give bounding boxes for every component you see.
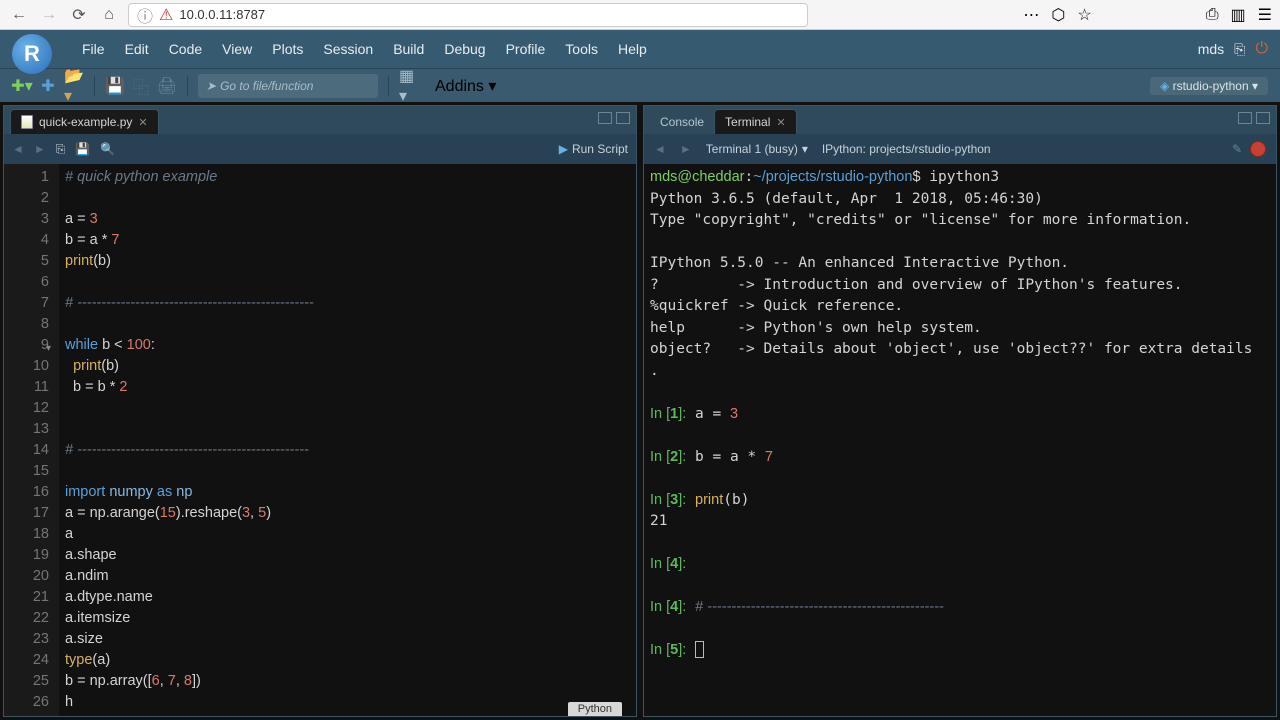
- menu-build[interactable]: Build: [383, 41, 434, 57]
- save-file-icon[interactable]: 💾: [75, 142, 90, 156]
- insecure-icon: ⚠: [159, 5, 173, 25]
- source-pane: quick-example.py ✕ ◄ ► ⎘ 💾 🔍 ▶ Run Scrip…: [3, 105, 637, 717]
- editor-tab-label: quick-example.py: [39, 115, 132, 129]
- pocket-icon[interactable]: ⬡: [1051, 5, 1065, 25]
- terminal-title: IPython: projects/rstudio-python: [822, 142, 991, 156]
- app-toolbar: ✚▾ ✚ 📂▾ 💾 ⿻ 🖨 ➤ Go to file/function ▦ ▾ …: [0, 68, 1280, 102]
- menu-file[interactable]: File: [72, 41, 115, 57]
- home-button[interactable]: ⌂: [98, 4, 120, 26]
- code-editor[interactable]: 123456789▾101112131415161718192021222324…: [4, 164, 636, 716]
- right-tabs: Console Terminal ✕: [644, 106, 1276, 134]
- minimize-pane-icon[interactable]: [598, 112, 612, 124]
- open-file-icon[interactable]: 📂▾: [64, 76, 84, 96]
- reload-button[interactable]: ⟳: [68, 4, 90, 26]
- hamburger-icon[interactable]: ☰: [1258, 5, 1272, 25]
- user-label: mds: [1198, 41, 1224, 57]
- back-button[interactable]: ←: [8, 4, 30, 26]
- nav-fwd-icon[interactable]: ►: [680, 142, 692, 156]
- run-icon: ▶: [559, 142, 568, 156]
- find-icon[interactable]: 🔍: [100, 142, 115, 156]
- info-icon: ⓘ: [137, 3, 153, 27]
- goto-arrow-icon: ➤: [206, 79, 216, 93]
- grid-icon[interactable]: ▦ ▾: [399, 76, 419, 96]
- close-icon[interactable]: ✕: [776, 116, 785, 129]
- bookmark-star-icon[interactable]: ☆: [1077, 5, 1091, 25]
- tab-console[interactable]: Console: [650, 110, 714, 134]
- menu-plots[interactable]: Plots: [262, 41, 313, 57]
- menu-tools[interactable]: Tools: [555, 41, 608, 57]
- goto-input[interactable]: ➤ Go to file/function: [198, 74, 378, 98]
- run-script-button[interactable]: ▶ Run Script: [559, 142, 628, 156]
- menu-profile[interactable]: Profile: [496, 41, 556, 57]
- close-icon[interactable]: ✕: [138, 116, 147, 129]
- terminal-toolbar: ◄ ► Terminal 1 (busy)▾ IPython: projects…: [644, 134, 1276, 164]
- editor-toolbar: ◄ ► ⎘ 💾 🔍 ▶ Run Script: [4, 134, 636, 164]
- url-bar[interactable]: ⓘ ⚠ 10.0.0.11:8787: [128, 3, 808, 27]
- menu-code[interactable]: Code: [159, 41, 212, 57]
- maximize-pane-icon[interactable]: [616, 112, 630, 124]
- terminal-output[interactable]: mds@cheddar:~/projects/rstudio-python$ i…: [644, 164, 1276, 716]
- new-project-icon[interactable]: ✚: [38, 76, 58, 96]
- app-menubar: R FileEditCodeViewPlotsSessionBuildDebug…: [0, 30, 1280, 68]
- forward-button[interactable]: →: [38, 4, 60, 26]
- editor-tab-quick-example[interactable]: quick-example.py ✕: [10, 109, 159, 134]
- stop-button[interactable]: [1250, 141, 1266, 157]
- nav-back-icon[interactable]: ◄: [12, 142, 24, 156]
- library-icon[interactable]: ⎙: [1206, 6, 1219, 24]
- main-split: quick-example.py ✕ ◄ ► ⎘ 💾 🔍 ▶ Run Scrip…: [0, 102, 1280, 720]
- project-selector[interactable]: ◈ rstudio-python ▾: [1150, 77, 1268, 95]
- terminal-selector[interactable]: Terminal 1 (busy)▾: [706, 142, 808, 156]
- maximize-pane-icon[interactable]: [1256, 112, 1270, 124]
- clear-icon[interactable]: ✎: [1232, 142, 1242, 156]
- url-text: 10.0.0.11:8787: [179, 7, 265, 22]
- save-icon[interactable]: 💾: [105, 76, 125, 96]
- nav-fwd-icon[interactable]: ►: [34, 142, 46, 156]
- editor-language-indicator[interactable]: Python: [568, 702, 622, 716]
- menu-debug[interactable]: Debug: [434, 41, 495, 57]
- user-exit-icon[interactable]: ⎘: [1234, 41, 1245, 58]
- menu-edit[interactable]: Edit: [115, 41, 159, 57]
- browser-chrome: ← → ⟳ ⌂ ⓘ ⚠ 10.0.0.11:8787 ⋯ ⬡ ☆ ⎙ ▥ ☰: [0, 0, 1280, 30]
- new-file-icon[interactable]: ✚▾: [12, 76, 32, 96]
- file-icon: [21, 115, 33, 129]
- rstudio-logo-icon: R: [12, 34, 52, 74]
- save-all-icon[interactable]: ⿻: [131, 76, 151, 96]
- sidebar-icon[interactable]: ▥: [1231, 5, 1246, 25]
- print-icon[interactable]: 🖨: [157, 76, 177, 96]
- goto-placeholder: Go to file/function: [220, 79, 313, 93]
- project-cube-icon: ◈: [1160, 79, 1169, 93]
- console-pane: Console Terminal ✕ ◄ ► Terminal 1 (busy)…: [643, 105, 1277, 717]
- editor-content[interactable]: # quick python example a = 3b = a * 7pri…: [59, 164, 636, 716]
- editor-tabs: quick-example.py ✕: [4, 106, 636, 134]
- show-in-new-icon[interactable]: ⎘: [56, 142, 66, 157]
- editor-gutter: 123456789▾101112131415161718192021222324…: [4, 164, 59, 716]
- menu-view[interactable]: View: [212, 41, 262, 57]
- menu-help[interactable]: Help: [608, 41, 657, 57]
- minimize-pane-icon[interactable]: [1238, 112, 1252, 124]
- power-icon[interactable]: ⏻: [1255, 40, 1268, 58]
- meatball-icon[interactable]: ⋯: [1023, 5, 1039, 25]
- menu-session[interactable]: Session: [313, 41, 383, 57]
- addins-dropdown[interactable]: Addins ▾: [425, 76, 506, 96]
- tab-terminal[interactable]: Terminal ✕: [714, 109, 797, 134]
- nav-back-icon[interactable]: ◄: [654, 142, 666, 156]
